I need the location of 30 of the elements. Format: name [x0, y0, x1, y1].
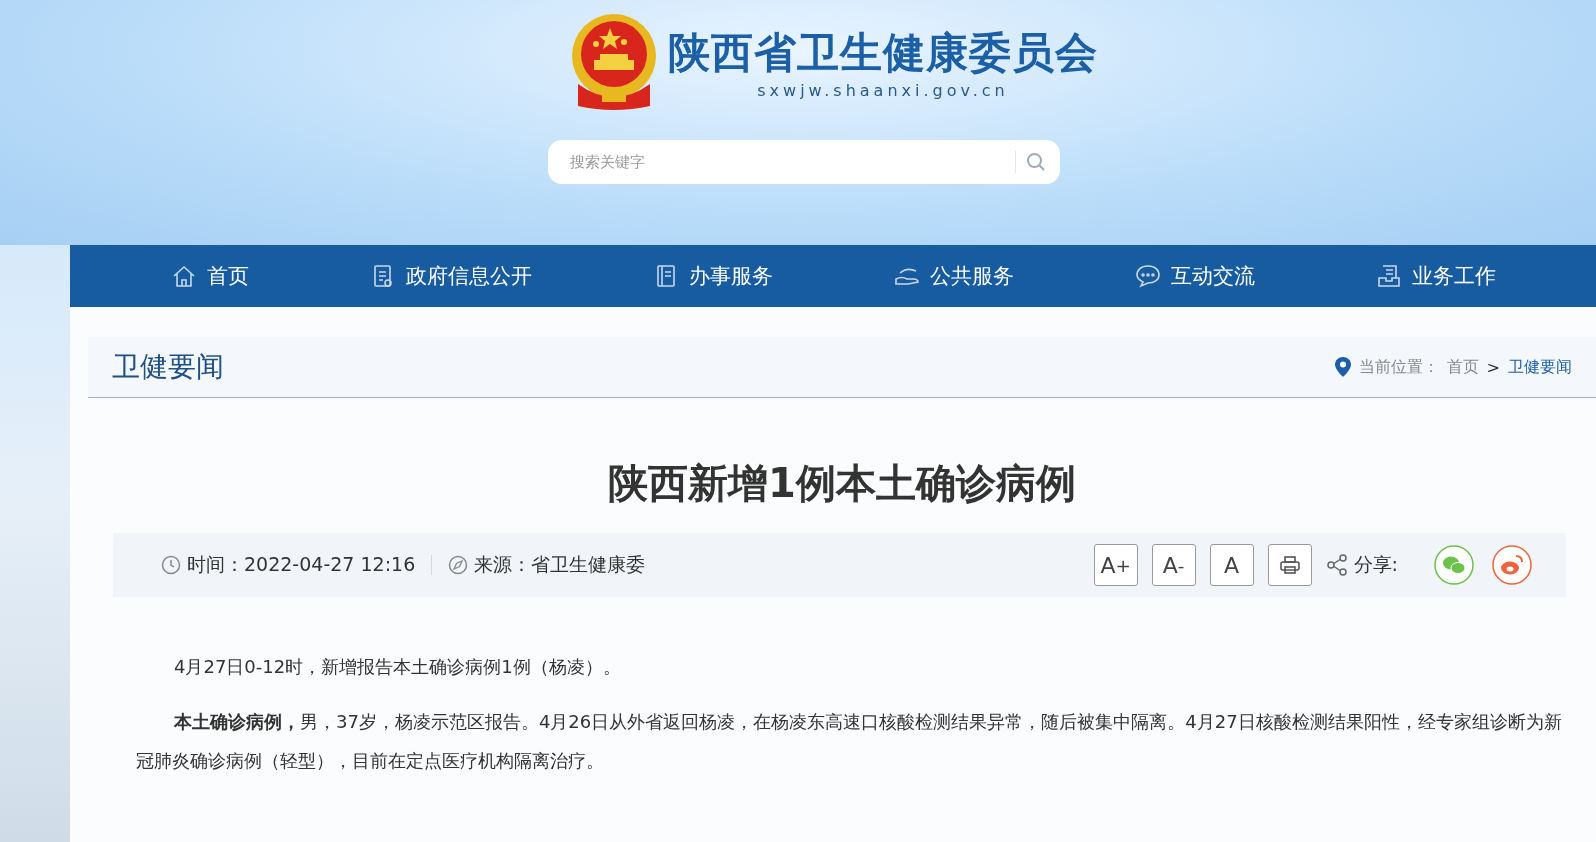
breadcrumb-link[interactable]: 卫健要闻: [1508, 356, 1572, 378]
search-field[interactable]: 搜索关键字: [548, 140, 1060, 184]
nav-link[interactable]: 首页: [206, 262, 249, 290]
inbox-icon: [1375, 263, 1402, 289]
nav-link[interactable]: 政府信息公开: [405, 262, 532, 290]
breadcrumb-link[interactable]: 首页: [1446, 356, 1479, 378]
printer-icon: [1278, 555, 1301, 575]
article-source: 来源：省卫生健康委: [474, 552, 646, 577]
clock-icon: [161, 555, 181, 575]
compass-icon: [448, 555, 469, 575]
location-pin-icon: [1334, 357, 1351, 377]
article-paragraph: 4月27日0-12时，新增报告本土确诊病例1例（杨凌）。: [173, 655, 622, 679]
share-icon: [1325, 554, 1348, 576]
nav-link[interactable]: 互动交流: [1170, 262, 1255, 290]
breadcrumb-separator: >: [1486, 357, 1500, 377]
article-paragraph: 本土确诊病例，男，37岁，杨凌示范区报告。4月26日从外省返回杨凌，在杨凌东高速口核酸检测结果异常，随后被集中隔离。4月27日核酸检测结果阳性，经专家组诊断为新冠肺炎确诊病例（轻型），目前在定点医疗机构隔离治疗。: [136, 710, 1563, 773]
nav-link[interactable]: 业务工作: [1411, 262, 1496, 290]
print-button[interactable]: [1267, 544, 1312, 586]
article-title: 陕西新增1例本土确诊病例: [607, 459, 1077, 508]
search-icon[interactable]: [1026, 152, 1046, 172]
site-domain: sxwjw.shaanxi.gov.cn: [757, 80, 1009, 100]
publish-time: 时间：2022-04-27 12:16: [187, 552, 416, 577]
breadcrumb-label: 当前位置：: [1358, 356, 1439, 378]
nav-link[interactable]: 公共服务: [929, 262, 1014, 290]
share-label: 分享:: [1353, 552, 1398, 577]
font-size-button[interactable]: A: [1209, 544, 1254, 586]
site-title: 陕西省卫生健康委员会: [668, 26, 1098, 79]
nav-link[interactable]: 办事服务: [688, 262, 773, 290]
chat-icon: [1134, 263, 1161, 289]
section-title: 卫健要闻: [112, 349, 224, 385]
